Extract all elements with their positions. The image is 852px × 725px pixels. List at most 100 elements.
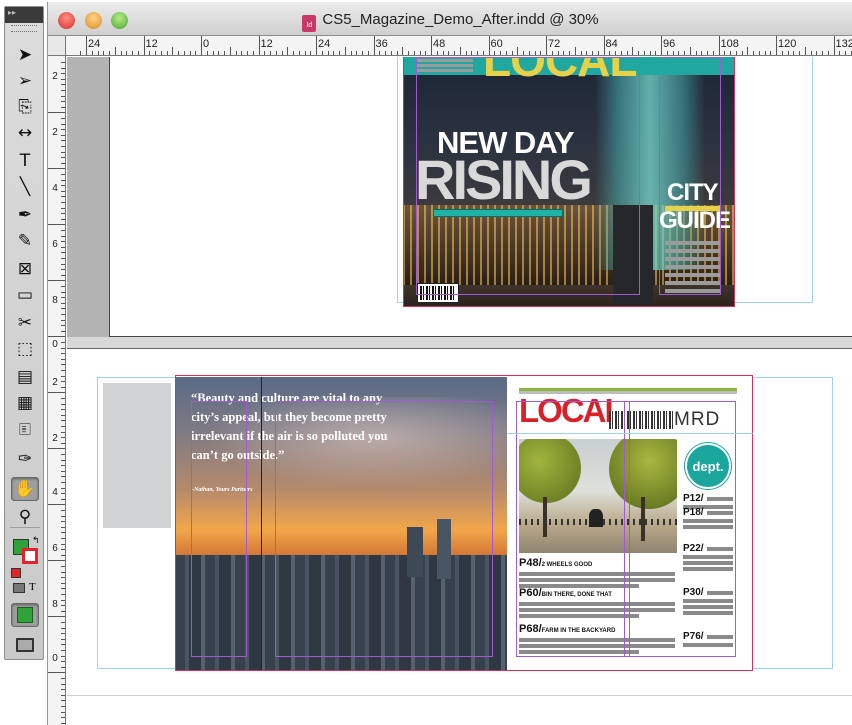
pasteboard-placeholder-frame[interactable] (103, 383, 171, 528)
fill-stroke-widget[interactable]: ↰ (11, 535, 41, 567)
ruler-tick (229, 47, 231, 55)
tools-panel-collapse-button[interactable]: ▸▸ (5, 7, 43, 23)
ruler-tick (672, 51, 674, 55)
ruler-tick (61, 722, 65, 724)
ruler-tick (97, 51, 99, 55)
ruler-tick (61, 358, 65, 360)
ruler-tick (61, 314, 65, 315)
free-transform-tool[interactable]: ⬚ (11, 337, 39, 361)
ruler-tick (61, 588, 65, 590)
ruler-number: 4 (52, 183, 58, 194)
ruler-tick (109, 51, 110, 55)
ruler-tick (362, 51, 363, 55)
ruler-tick (61, 90, 65, 91)
pasteboard[interactable]: LOCAL NEW DAY RISING CITY GUIDE “Beauty … (67, 57, 852, 725)
right-page-margin-guide-1 (516, 401, 630, 657)
ruler-origin[interactable] (48, 36, 66, 56)
selection-tool[interactable]: ➤ (11, 43, 39, 67)
line-tool[interactable]: ╲ (11, 175, 39, 199)
ruler-tick (293, 51, 294, 55)
rectangle-frame-tool[interactable]: ⊠ (11, 257, 39, 281)
ruler-tick (758, 51, 760, 55)
eyedropper-tool[interactable]: ✑ (11, 447, 39, 471)
formatting-affects-container-icon[interactable] (13, 583, 25, 593)
ruler-tick (816, 51, 818, 55)
ruler-tick (61, 375, 65, 377)
gap-tool[interactable]: ↔ (11, 121, 39, 145)
ruler-tick (61, 454, 65, 455)
ruler-tick (61, 269, 65, 271)
gradient-swatch-tool[interactable]: ▤ (11, 365, 39, 389)
ruler-tick (61, 655, 65, 657)
ruler-tick (61, 706, 65, 707)
ruler-number: 96 (663, 38, 676, 50)
ruler-tick (61, 476, 65, 478)
selection-icon: ➤ (17, 45, 33, 65)
rectangle-tool[interactable]: ▭ (11, 283, 39, 307)
ruler-number: 12 (145, 38, 158, 50)
ruler-tick (505, 51, 507, 55)
scissors-tool[interactable]: ✂ (11, 311, 39, 335)
ruler-tick (373, 36, 375, 55)
ruler-number: 6 (52, 239, 58, 250)
ruler-tick (666, 51, 668, 55)
ruler-tick (61, 84, 65, 86)
ruler-number: 8 (52, 295, 58, 306)
hand-icon: ✋ (14, 479, 36, 499)
pencil-tool[interactable]: ✎ (11, 229, 39, 253)
ruler-tick (91, 51, 93, 55)
ruler-tick (61, 308, 65, 310)
ruler-tick (61, 370, 65, 371)
ruler-tick (61, 487, 65, 489)
horizontal-ruler[interactable]: 241201224364860728496108120132 (66, 36, 852, 56)
pen-tool[interactable]: ✒ (11, 203, 39, 227)
default-fill-stroke-icon[interactable] (11, 568, 21, 578)
stroke-swatch[interactable] (22, 548, 38, 564)
screen-mode-button[interactable] (11, 633, 39, 657)
ruler-tick (61, 162, 65, 164)
ruler-tick (61, 694, 65, 696)
ruler-tick (712, 51, 714, 55)
direct-selection-icon: ➢ (17, 71, 33, 91)
direct-selection-tool[interactable]: ➢ (11, 69, 39, 93)
indesign-document-icon: Id (302, 15, 317, 32)
ruler-tick (787, 51, 789, 55)
gradient-swatch-icon: ▤ (16, 367, 34, 387)
screen-mode-icon (16, 638, 34, 652)
ruler-tick (609, 51, 611, 55)
gradient-feather-tool[interactable]: ▦ (11, 391, 39, 415)
type-tool[interactable]: T (11, 149, 39, 173)
ruler-tick (61, 493, 65, 495)
ruler-tick (632, 47, 634, 55)
zoom-tool[interactable]: ⚲ (11, 505, 39, 529)
ruler-tick (741, 51, 743, 55)
ruler-tick (61, 140, 65, 142)
title-bar[interactable]: Id CS5_Magazine_Demo_After.indd @ 30% (48, 2, 852, 36)
ruler-tick (61, 515, 65, 517)
ruler-tick (477, 51, 478, 55)
vertical-ruler[interactable]: 2 2 4 6 8 0 2 2 4 6 8 0 (48, 56, 66, 725)
ruler-tick (61, 605, 65, 607)
ruler-tick (48, 280, 65, 282)
ruler-tick (61, 498, 65, 500)
page-tool[interactable]: ⎘ (11, 95, 39, 119)
swap-fill-stroke-icon[interactable]: ↰ (32, 535, 40, 546)
ruler-tick (61, 627, 65, 629)
ruler-number: 132 (835, 38, 852, 50)
normal-view-mode-button[interactable] (11, 603, 39, 627)
gradient-feather-icon: ▦ (16, 393, 34, 413)
ruler-tick (61, 437, 65, 439)
ruler-tick (61, 286, 65, 287)
ruler-tick (61, 381, 65, 383)
formatting-affects-text-icon[interactable]: T (29, 581, 36, 593)
ruler-tick (61, 442, 65, 444)
cover-margin-guide-right (659, 57, 721, 295)
ruler-tick (528, 51, 530, 55)
ruler-tick (61, 106, 65, 108)
pasteboard-gray-area (67, 57, 109, 337)
ruler-tick (839, 51, 841, 55)
note-tool[interactable]: 🗉 (11, 419, 39, 443)
tools-panel-grip[interactable] (11, 25, 37, 32)
hand-tool[interactable]: ✋ (11, 477, 39, 501)
ruler-tick (212, 51, 214, 55)
